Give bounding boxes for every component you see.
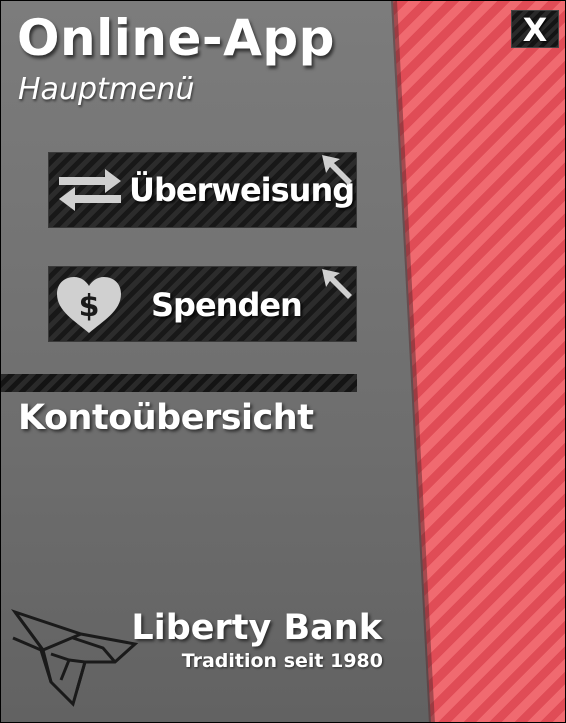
- svg-text:$: $: [79, 289, 100, 324]
- close-button[interactable]: X: [511, 10, 559, 49]
- bird-logo-icon: [11, 609, 139, 707]
- pointer-arrow-icon: [322, 155, 352, 185]
- section-divider: [1, 374, 357, 392]
- bank-tagline: Tradition seit 1980: [181, 650, 383, 672]
- app-title: Online-App: [17, 9, 335, 67]
- account-overview-heading[interactable]: Kontoübersicht: [18, 401, 314, 436]
- heart-dollar-icon: $: [57, 277, 121, 333]
- page-subtitle: Hauptmenü: [18, 72, 195, 107]
- pointer-arrow-icon: [322, 269, 352, 299]
- app-window: Online-App Hauptmenü X Überweisung $ Spe…: [0, 0, 566, 723]
- transfer-arrows-icon: [59, 169, 121, 211]
- donate-button[interactable]: $ Spenden: [48, 266, 357, 342]
- donate-button-label: Spenden: [151, 286, 303, 324]
- transfer-button[interactable]: Überweisung: [48, 152, 357, 228]
- bank-brand-name: Liberty Bank: [131, 608, 382, 648]
